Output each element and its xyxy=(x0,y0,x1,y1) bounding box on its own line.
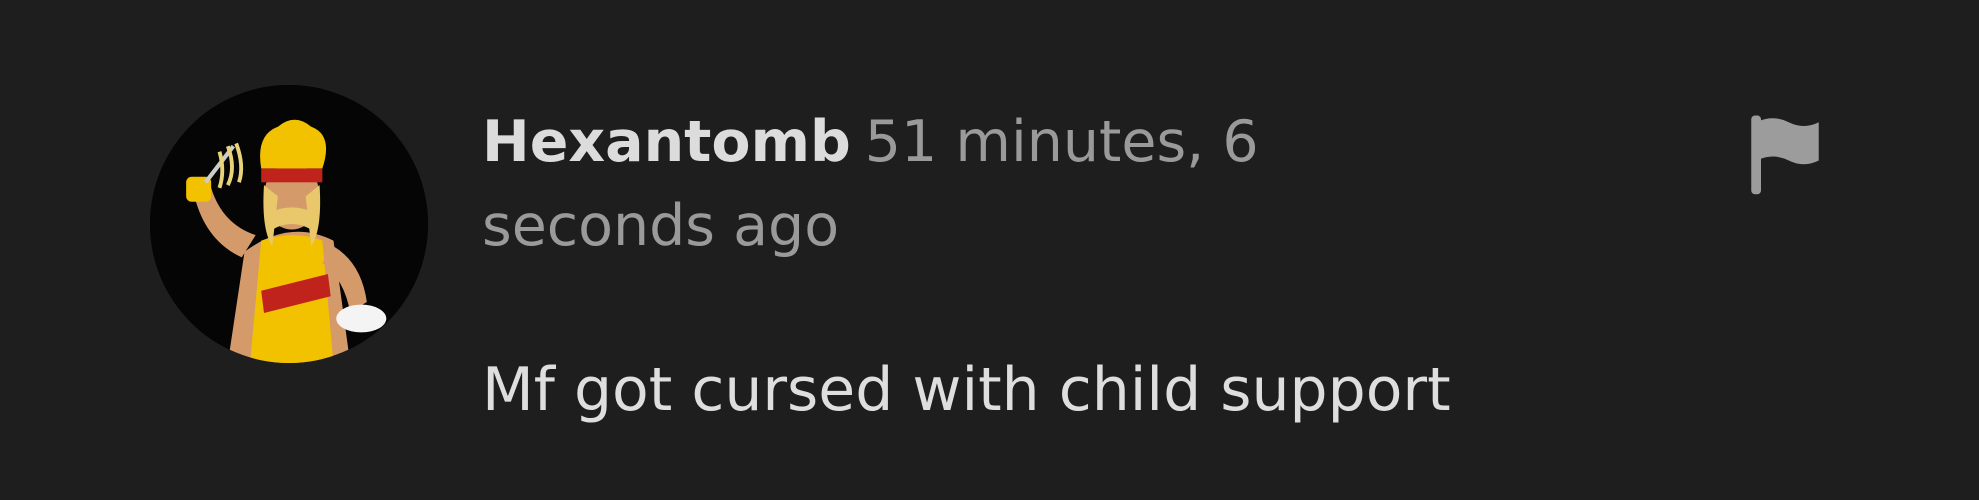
comment: Hexantomb 51 minutes, 6 seconds ago Mf go… xyxy=(0,0,1979,500)
avatar[interactable] xyxy=(150,85,428,363)
flag-button[interactable] xyxy=(1740,108,1830,198)
comment-meta: Hexantomb 51 minutes, 6 seconds ago xyxy=(482,100,1482,268)
username-link[interactable]: Hexantomb xyxy=(482,109,851,175)
avatar-image xyxy=(150,85,428,363)
flag-icon xyxy=(1751,115,1819,195)
comment-body: Mf got cursed with child support xyxy=(482,355,1451,425)
